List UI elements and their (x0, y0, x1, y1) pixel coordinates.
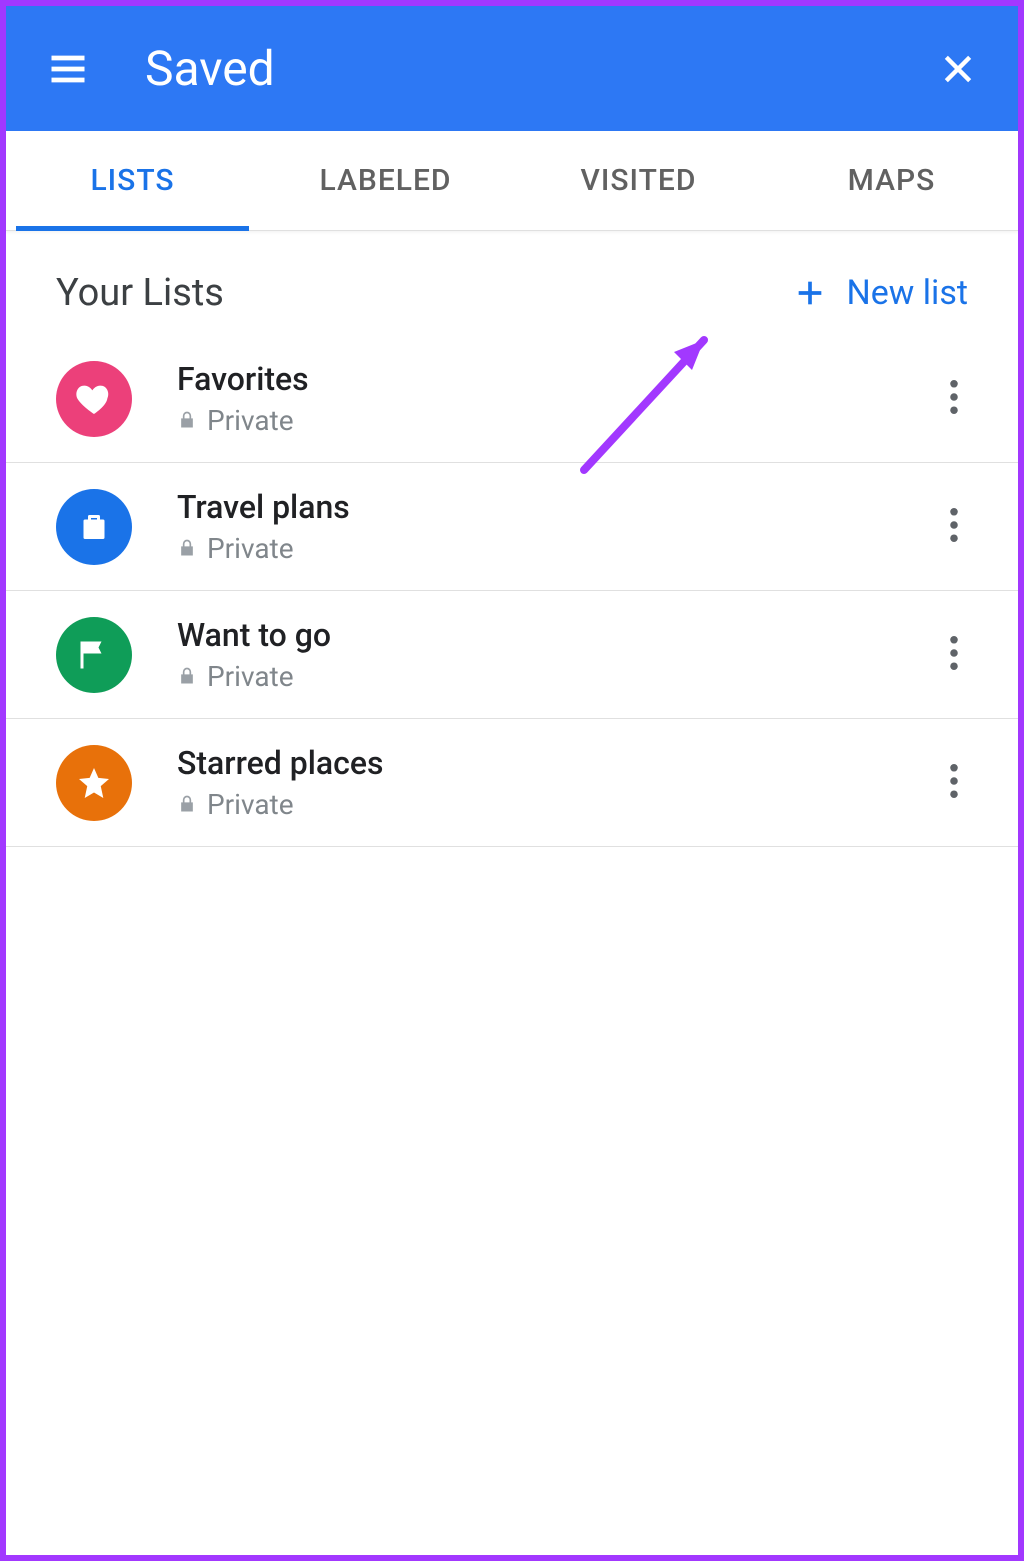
list-item-starred-places[interactable]: Starred places Private (6, 718, 1018, 847)
section-header: Your Lists New list (6, 231, 1018, 335)
privacy-label: Private (207, 404, 294, 437)
list-item-name: Starred places (177, 744, 895, 782)
star-icon (56, 745, 132, 821)
tabs: LISTS LABELED VISITED MAPS (6, 131, 1018, 231)
tab-labeled[interactable]: LABELED (259, 131, 512, 230)
lock-icon (177, 788, 197, 821)
new-list-button[interactable]: New list (793, 273, 968, 313)
tab-lists[interactable]: LISTS (6, 131, 259, 230)
list-item-privacy: Private (177, 404, 895, 437)
list-item-text: Favorites Private (177, 360, 895, 437)
list-item-name: Favorites (177, 360, 895, 398)
tab-visited[interactable]: VISITED (512, 131, 765, 230)
list-item-name: Want to go (177, 616, 895, 654)
list-item-favorites[interactable]: Favorites Private (6, 335, 1018, 462)
tab-label: VISITED (581, 163, 697, 198)
tab-label: LABELED (320, 163, 452, 198)
list-item-privacy: Private (177, 788, 895, 821)
close-icon[interactable] (938, 49, 978, 89)
list-item-text: Want to go Private (177, 616, 895, 693)
heart-icon (56, 361, 132, 437)
privacy-label: Private (207, 532, 294, 565)
privacy-label: Private (207, 788, 294, 821)
list-item-privacy: Private (177, 660, 895, 693)
page-title: Saved (145, 40, 883, 97)
list-item-text: Starred places Private (177, 744, 895, 821)
lock-icon (177, 660, 197, 693)
list-item-name: Travel plans (177, 488, 895, 526)
section-title: Your Lists (56, 271, 793, 315)
list-item-travel-plans[interactable]: Travel plans Private (6, 462, 1018, 590)
tab-maps[interactable]: MAPS (765, 131, 1018, 230)
plus-icon (793, 276, 827, 310)
lock-icon (177, 532, 197, 565)
list-item-privacy: Private (177, 532, 895, 565)
app-header: Saved (6, 6, 1018, 131)
more-options-button[interactable] (940, 370, 968, 428)
privacy-label: Private (207, 660, 294, 693)
more-options-button[interactable] (940, 754, 968, 812)
flag-icon (56, 617, 132, 693)
more-options-button[interactable] (940, 498, 968, 556)
list-item-want-to-go[interactable]: Want to go Private (6, 590, 1018, 718)
more-options-button[interactable] (940, 626, 968, 684)
new-list-label: New list (847, 273, 968, 313)
suitcase-icon (56, 489, 132, 565)
tab-label: MAPS (848, 163, 936, 198)
lock-icon (177, 404, 197, 437)
list-item-text: Travel plans Private (177, 488, 895, 565)
your-lists: Favorites Private Travel plans Private (6, 335, 1018, 847)
tab-label: LISTS (90, 163, 174, 198)
menu-icon[interactable] (46, 47, 90, 91)
